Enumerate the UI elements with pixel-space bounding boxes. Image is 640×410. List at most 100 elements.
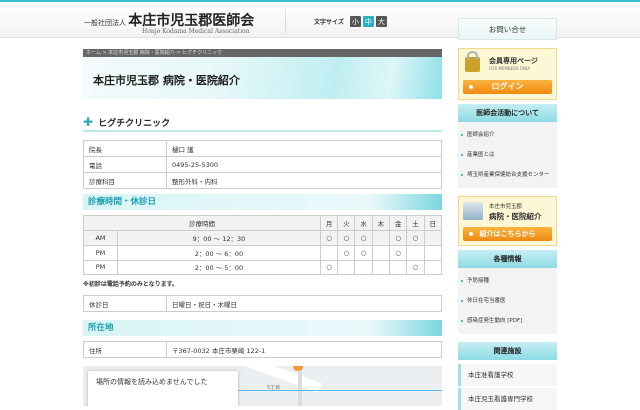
divider: [285, 10, 286, 34]
schedule-header: 土: [406, 215, 425, 231]
table-row: 住所 〒367-0032 本庄市栗崎 122-1: [83, 341, 442, 358]
members-title: 会員専用ページ: [489, 57, 538, 65]
related-heading: 関連施設: [458, 342, 557, 360]
day-cell: [423, 245, 443, 261]
org-prefix: 一般社団法人: [84, 19, 126, 27]
font-size-large-button[interactable]: 大: [375, 16, 387, 27]
info-value: 樋口 護: [166, 140, 442, 157]
info-value: 0495-25-5300: [166, 156, 442, 173]
info-list: 予防接種 休日在宅当番医 感染症発生動向 [PDF]: [458, 268, 557, 334]
related-link[interactable]: 本庄児玉看護専門学校: [458, 388, 557, 410]
activities-list: 医師会紹介 産業医とは 埼玉県産業保健総合支援センター: [458, 122, 557, 188]
clinic-name: ヒグチクリニック: [98, 118, 171, 129]
related-link[interactable]: 本庄准看護学校: [458, 364, 557, 386]
day-cell: [371, 230, 391, 246]
location-heading: 所在地: [83, 320, 442, 336]
table-row: 診療科目 整形外科・内科: [83, 172, 442, 189]
members-box[interactable]: 会員専用ページ FOR MEMBERS ONLY ログイン: [458, 48, 557, 100]
schedule-header: 水: [354, 215, 373, 231]
schedule-row: AM 9：00 〜 12：30 ○ ○ ○ ○ ○: [83, 230, 443, 246]
org-name: 本庄市児玉郡医師会: [128, 13, 255, 29]
login-button[interactable]: ログイン: [463, 80, 552, 94]
day-cell: ○: [354, 245, 373, 261]
day-cell: ○: [354, 230, 373, 246]
day-cell: [406, 245, 425, 261]
main-content: ホーム > 本庄市児玉郡 病院・医院紹介 > ヒグチクリニック 本庄市児玉郡 病…: [83, 49, 443, 406]
sidebar: お問い合せ 会員専用ページ FOR MEMBERS ONLY ログイン 医師会活…: [458, 18, 557, 410]
members-subtitle: FOR MEMBERS ONLY: [489, 66, 531, 71]
day-cell: ○: [319, 230, 339, 246]
site-logo[interactable]: 一般社団法人 本庄市児玉郡医師会 Honjo Kodama Medical As…: [84, 10, 255, 35]
font-size-small-button[interactable]: 小: [349, 16, 361, 27]
day-cell: [319, 245, 339, 261]
info-key: 住所: [83, 341, 167, 358]
day-cell: [423, 259, 443, 275]
address-table: 住所 〒367-0032 本庄市栗崎 122-1: [83, 341, 442, 358]
note: ※初診は電話予約のみとなります。: [83, 281, 179, 288]
table-row: 休診日 日曜日・祝日・木曜日: [83, 295, 442, 312]
schedule-header: 金: [389, 215, 408, 231]
table-row: 電話 0495-25-5300: [83, 156, 442, 173]
time-range: 2：00 〜 6：00: [117, 245, 321, 261]
map-river: [233, 390, 442, 391]
map-road: [298, 366, 302, 406]
info-heading: 各種情報: [458, 250, 557, 268]
holiday-table: 休診日 日曜日・祝日・木曜日: [83, 295, 442, 312]
breadcrumb[interactable]: ホーム > 本庄市児玉郡 病院・医院紹介 > ヒグチクリニック: [83, 49, 442, 57]
schedule-table: 診療時間 月 火 水 木 金 土 日 AM 9：00 〜 12：30 ○ ○ ○ ○ ○ PM…: [83, 215, 443, 275]
schedule-header: 火: [337, 215, 356, 231]
table-row: 院長 樋口 護: [83, 140, 442, 157]
hospital-building-icon: [463, 202, 483, 220]
day-cell: ○: [389, 230, 408, 246]
info-key: 休診日: [83, 295, 167, 312]
hospital-intro-button[interactable]: 紹介はこちらから: [463, 227, 552, 241]
clinic-heading: ✚ ヒグチクリニック: [83, 114, 442, 132]
info-key: 院長: [83, 140, 167, 157]
contact-tab[interactable]: お問い合せ: [458, 18, 557, 40]
page-title: 本庄市児玉郡 病院・医院紹介: [83, 57, 442, 99]
day-cell: ○: [337, 245, 356, 261]
hospital-box-small: 本庄市児玉郡: [489, 204, 523, 210]
sidebar-link[interactable]: 感染症発生動向 [PDF]: [458, 311, 557, 331]
info-key: 電話: [83, 156, 167, 173]
sidebar-link[interactable]: 埼玉県産業保健総合支援センター: [458, 165, 557, 185]
day-cell: ○: [389, 245, 408, 261]
sidebar-link[interactable]: 医師会紹介: [458, 125, 557, 145]
day-cell: ○: [337, 230, 356, 246]
schedule-header: 木: [371, 215, 391, 231]
info-value: 整形外科・内科: [166, 172, 442, 189]
day-cell: [371, 245, 391, 261]
sidebar-link[interactable]: 予防接種: [458, 271, 557, 291]
day-cell: ○: [406, 259, 425, 275]
time-range: 2：00 〜 5：00: [117, 259, 321, 275]
map[interactable]: 5丁目 場所の情報を読み込めませんでした: [83, 366, 442, 406]
day-cell: [389, 259, 408, 275]
day-cell: [371, 259, 391, 275]
lock-shackle: [467, 51, 478, 60]
font-size-label: 文字サイズ: [314, 19, 344, 26]
sidebar-link[interactable]: 産業医とは: [458, 145, 557, 165]
sidebar-link[interactable]: 休日在宅当番医: [458, 291, 557, 311]
activities-heading: 医師会活動について: [458, 104, 557, 122]
schedule-header: 診療時間: [83, 215, 321, 231]
period: PM: [83, 259, 118, 275]
font-size-switcher: 文字サイズ 小 中 大: [314, 16, 387, 27]
schedule-header-row: 診療時間 月 火 水 木 金 土 日: [83, 215, 443, 231]
hospital-box-title: 病院・医院紹介: [489, 212, 542, 221]
day-cell: [423, 230, 443, 246]
info-key: 診療科目: [83, 172, 167, 189]
hospital-box[interactable]: 本庄市児玉郡 病院・医院紹介 紹介はこちらから: [458, 196, 557, 246]
period: AM: [83, 230, 118, 246]
day-cell: [354, 259, 373, 275]
day-cell: ○: [319, 259, 339, 275]
day-cell: ○: [406, 230, 425, 246]
font-size-medium-button[interactable]: 中: [362, 16, 374, 27]
info-value: 日曜日・祝日・木曜日: [166, 295, 442, 312]
schedule-row: PM 2：00 〜 5：00 ○ ○: [83, 259, 443, 275]
time-range: 9：00 〜 12：30: [117, 230, 321, 246]
clinic-info-table: 院長 樋口 護 電話 0495-25-5300 診療科目 整形外科・内科: [83, 140, 442, 189]
cross-icon: ✚: [83, 115, 94, 129]
map-error-popup: 場所の情報を読み込めませんでした: [88, 371, 238, 406]
period: PM: [83, 245, 118, 261]
hours-heading: 診療時間・休診日: [83, 194, 442, 210]
